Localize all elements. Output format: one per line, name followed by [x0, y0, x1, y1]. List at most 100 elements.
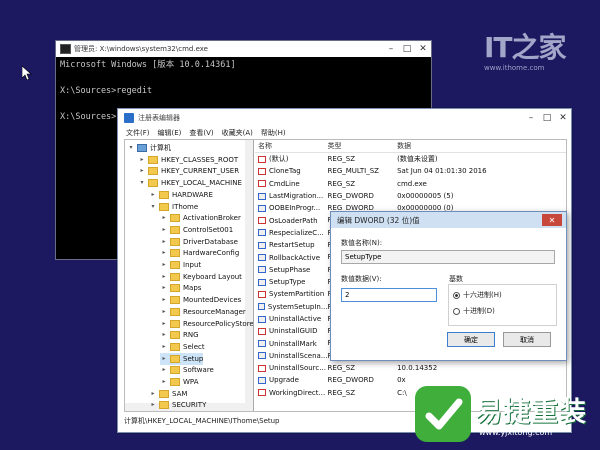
- folder-icon: [159, 202, 169, 211]
- tree-item[interactable]: ▸ RNG: [160, 329, 199, 341]
- expand-right-icon[interactable]: ▸: [160, 306, 168, 318]
- expand-right-icon[interactable]: ▸: [138, 165, 146, 177]
- expand-down-icon[interactable]: ▾: [149, 201, 157, 213]
- tree-item[interactable]: ▸ DriverDatabase: [160, 236, 238, 248]
- expand-right-icon[interactable]: ▸: [160, 282, 168, 294]
- tree-item[interactable]: ▾ IThome: [149, 201, 198, 213]
- value-name: (默认): [269, 155, 289, 164]
- value-name: UninstallScena...: [269, 351, 328, 360]
- expand-right-icon[interactable]: ▸: [160, 376, 168, 388]
- cancel-button[interactable]: 取消: [503, 332, 551, 347]
- tree-item[interactable]: ▸ HKEY_CLASSES_ROOT: [138, 154, 238, 166]
- close-button[interactable]: ✕: [555, 109, 571, 126]
- tree-item[interactable]: ▸ Input: [160, 259, 201, 271]
- tree-item[interactable]: ▸ SECURITY: [149, 399, 206, 411]
- tree-item[interactable]: ▸ ResourcePolicyStore: [160, 318, 253, 330]
- tree-item[interactable]: ▸ Software: [160, 364, 214, 376]
- expand-right-icon[interactable]: ▸: [160, 224, 168, 236]
- tree-item[interactable]: ▸ ControlSet001: [160, 224, 233, 236]
- value-row[interactable]: CloneTag REG_MULTI_SZ Sat Jun 04 01:01:30 …: [255, 165, 566, 177]
- value-data-input[interactable]: 2: [341, 288, 437, 302]
- tree-item-label: ResourceManager: [183, 307, 246, 316]
- menu-view[interactable]: 查看(V): [189, 128, 213, 138]
- expand-right-icon[interactable]: ▸: [160, 271, 168, 283]
- tree-item[interactable]: ▸ Maps: [160, 282, 201, 294]
- expand-right-icon[interactable]: ▸: [160, 294, 168, 306]
- string-value-icon: [258, 155, 266, 163]
- binary-value-icon: [258, 315, 266, 323]
- expand-down-icon[interactable]: ▾: [127, 142, 135, 154]
- tree-item[interactable]: ▸ Keyboard Layout: [160, 271, 242, 283]
- expand-right-icon[interactable]: ▸: [160, 341, 168, 353]
- value-type: REG_DWORD: [327, 191, 374, 200]
- value-row[interactable]: (默认) REG_SZ (数值未设置): [255, 153, 566, 165]
- menu-favorites[interactable]: 收藏夹(A): [222, 128, 253, 138]
- column-data[interactable]: 数据: [397, 140, 566, 152]
- tree-item[interactable]: ▸ HARDWARE: [149, 189, 213, 201]
- expand-right-icon[interactable]: ▸: [160, 353, 168, 365]
- tree-vertical-scrollbar[interactable]: [245, 140, 253, 411]
- menu-edit[interactable]: 编辑(E): [158, 128, 182, 138]
- menu-help[interactable]: 帮助(H): [261, 128, 286, 138]
- tree-item[interactable]: ▸ ResourceManager: [160, 306, 246, 318]
- value-row[interactable]: CmdLine REG_SZ cmd.exe: [255, 178, 566, 190]
- tree-item-label: ControlSet001: [183, 225, 234, 234]
- expand-right-icon[interactable]: ▸: [160, 364, 168, 376]
- value-name: UninstallGUID: [269, 327, 318, 336]
- tree-item-label: Setup: [183, 354, 204, 363]
- value-name-cell: CmdLine: [255, 178, 328, 190]
- expand-down-icon[interactable]: ▾: [138, 177, 146, 189]
- minimize-button[interactable]: –: [523, 110, 539, 126]
- expand-right-icon[interactable]: ▸: [160, 247, 168, 259]
- tree-item-label: HKEY_CURRENT_USER: [161, 167, 240, 176]
- expand-right-icon[interactable]: ▸: [149, 189, 157, 201]
- folder-icon: [170, 261, 180, 269]
- minimize-button[interactable]: –: [383, 41, 399, 57]
- tree-item[interactable]: ▸ MountedDevices: [160, 294, 241, 306]
- expand-right-icon[interactable]: ▸: [138, 154, 146, 166]
- value-type: REG_SZ: [327, 155, 355, 163]
- registry-tree[interactable]: ▾ 计算机 ▸ HKEY_CLASSES_ROOT ▸ HKEY_CURRENT_USER…: [125, 140, 254, 411]
- dec-radio[interactable]: 十进制(D): [453, 306, 495, 316]
- dialog-title: 编辑 DWORD (32 位)值: [337, 215, 420, 225]
- dialog-close-button[interactable]: ✕: [542, 214, 562, 226]
- expand-right-icon[interactable]: ▸: [149, 388, 157, 400]
- folder-icon: [148, 179, 158, 188]
- value-data: (数值未设置): [397, 155, 438, 163]
- column-type[interactable]: 类型: [328, 140, 398, 152]
- expand-right-icon[interactable]: ▸: [160, 318, 168, 330]
- tree-item[interactable]: ▸ Setup: [160, 352, 204, 365]
- expand-right-icon[interactable]: ▸: [160, 212, 168, 224]
- column-name[interactable]: 名称: [255, 140, 328, 152]
- tree-item[interactable]: ▸ SAM: [149, 388, 187, 400]
- expand-right-icon[interactable]: ▸: [149, 399, 157, 411]
- tree-item[interactable]: ▾ HKEY_LOCAL_MACHINE: [138, 177, 242, 189]
- menu-file[interactable]: 文件(F): [126, 128, 150, 138]
- tree-item[interactable]: ▸ WPA: [160, 376, 198, 388]
- edit-dword-dialog[interactable]: 编辑 DWORD (32 位)值 ✕ 数值名称(N): SetupType 数值…: [330, 211, 567, 361]
- binary-value-icon: [258, 352, 266, 360]
- tree-item[interactable]: ▸ Select: [160, 341, 205, 353]
- expand-right-icon[interactable]: ▸: [160, 329, 168, 341]
- yjxitong-logo-icon: [415, 386, 471, 442]
- dialog-titlebar[interactable]: 编辑 DWORD (32 位)值 ✕: [331, 212, 566, 228]
- cmd-titlebar[interactable]: 管理员: X:\windows\system32\cmd.exe – □ ✕: [56, 41, 431, 57]
- expand-right-icon[interactable]: ▸: [160, 236, 168, 248]
- tree-item[interactable]: ▸ HardwareConfig: [160, 247, 239, 259]
- expand-right-icon[interactable]: ▸: [160, 259, 168, 271]
- regedit-titlebar[interactable]: 注册表编辑器 – □ ✕: [118, 109, 571, 126]
- tree-item[interactable]: ▾ 计算机: [127, 142, 171, 154]
- folder-icon: [148, 167, 158, 176]
- binary-value-icon: [258, 229, 266, 237]
- tree-item[interactable]: ▸ ActivationBroker: [160, 212, 241, 224]
- maximize-button[interactable]: □: [539, 110, 555, 126]
- maximize-button[interactable]: □: [399, 41, 415, 57]
- ok-button[interactable]: 确定: [447, 332, 495, 347]
- hex-radio[interactable]: 十六进制(H): [453, 290, 502, 300]
- close-button[interactable]: ✕: [415, 41, 431, 57]
- value-row[interactable]: LastMigration... REG_DWORD 0x00000005 (5): [255, 190, 566, 202]
- value-row[interactable]: UninstallSourc... REG_SZ 10.0.14352: [255, 362, 566, 374]
- folder-icon: [148, 155, 158, 164]
- tree-item[interactable]: ▸ HKEY_CURRENT_USER: [138, 165, 239, 177]
- dec-radio-label: 十进制(D): [463, 307, 495, 315]
